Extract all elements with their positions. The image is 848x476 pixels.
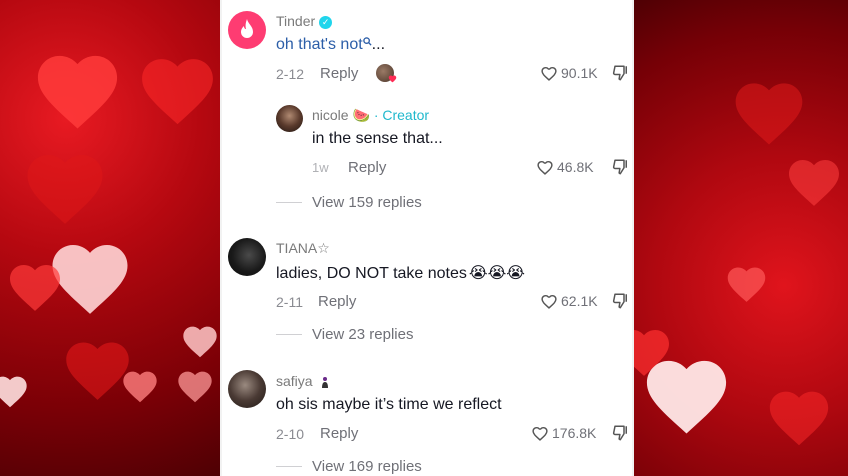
comment-date: 2-10 — [276, 426, 305, 442]
username[interactable]: Tinder ✓ — [276, 13, 333, 29]
username[interactable]: nicole 🍉 · Creator — [312, 107, 429, 124]
crying-emoji: 😭😭😭 — [468, 265, 525, 282]
reply-button[interactable]: Reply — [320, 65, 358, 82]
heart-icon — [541, 294, 557, 309]
comment-date: 2-12 — [276, 66, 305, 82]
heart-decoration-icon — [37, 55, 118, 129]
view-replies-button[interactable]: View 159 replies — [276, 194, 422, 211]
person-icon — [322, 377, 329, 389]
dislike-icon[interactable] — [612, 424, 630, 442]
heart-decoration-icon — [735, 83, 803, 145]
reply-button[interactable]: Reply — [318, 293, 356, 310]
creator-badge: · Creator — [373, 107, 430, 123]
heart-decoration-icon — [27, 155, 103, 224]
like-button[interactable]: 176.8K — [531, 425, 596, 441]
dislike-icon[interactable] — [612, 158, 630, 176]
avatar[interactable] — [228, 238, 266, 276]
username[interactable]: TIANA☆ — [276, 240, 330, 257]
divider — [276, 466, 302, 467]
comments-panel: Tinder ✓ oh that's not... 2-12 Reply 90.1… — [220, 0, 634, 476]
heart-decoration-icon — [769, 391, 829, 446]
heart-decoration-icon — [10, 265, 60, 311]
comment-date: 2-11 — [276, 294, 303, 310]
divider — [276, 202, 302, 203]
avatar[interactable] — [228, 11, 266, 49]
heart-decoration-icon — [634, 330, 669, 376]
like-button[interactable]: 90.1K — [540, 65, 598, 81]
comment-date: 1w — [312, 160, 329, 175]
heart-icon — [532, 426, 548, 441]
verified-icon: ✓ — [319, 15, 333, 29]
heart-decoration-icon — [66, 342, 129, 400]
heart-icon — [388, 75, 397, 83]
left-heart-background — [0, 0, 220, 476]
like-button[interactable]: 62.1K — [540, 293, 598, 309]
avatar[interactable] — [228, 370, 266, 408]
like-button[interactable]: 46.8K — [536, 159, 594, 175]
username[interactable]: safiya — [276, 373, 330, 389]
dislike-icon[interactable] — [612, 292, 630, 310]
right-heart-background — [634, 0, 848, 476]
divider — [276, 334, 302, 335]
view-replies-button[interactable]: View 169 replies — [276, 458, 422, 475]
flame-icon — [241, 19, 253, 38]
heart-icon — [541, 66, 557, 81]
avatar[interactable] — [276, 105, 303, 132]
comment-text: oh sis maybe it’s time we reflect — [276, 396, 502, 413]
reply-button[interactable]: Reply — [348, 159, 386, 176]
dislike-icon[interactable] — [612, 64, 630, 82]
heart-decoration-icon — [183, 326, 217, 358]
comment-text: in the sense that... — [312, 130, 443, 147]
heart-decoration-icon — [142, 59, 213, 125]
heart-icon — [537, 160, 553, 175]
view-replies-button[interactable]: View 23 replies — [276, 326, 413, 343]
heart-decoration-icon — [727, 267, 766, 302]
comment-text: ladies, DO NOT take notes 😭😭😭 — [276, 265, 525, 282]
heart-decoration-icon — [178, 371, 212, 403]
reply-button[interactable]: Reply — [320, 425, 358, 442]
heart-decoration-icon — [789, 160, 839, 206]
watermelon-emoji: 🍉 — [352, 107, 370, 123]
search-icon[interactable] — [362, 37, 372, 46]
heart-decoration-icon — [0, 376, 27, 408]
comment-text: oh that's not... — [276, 36, 386, 53]
